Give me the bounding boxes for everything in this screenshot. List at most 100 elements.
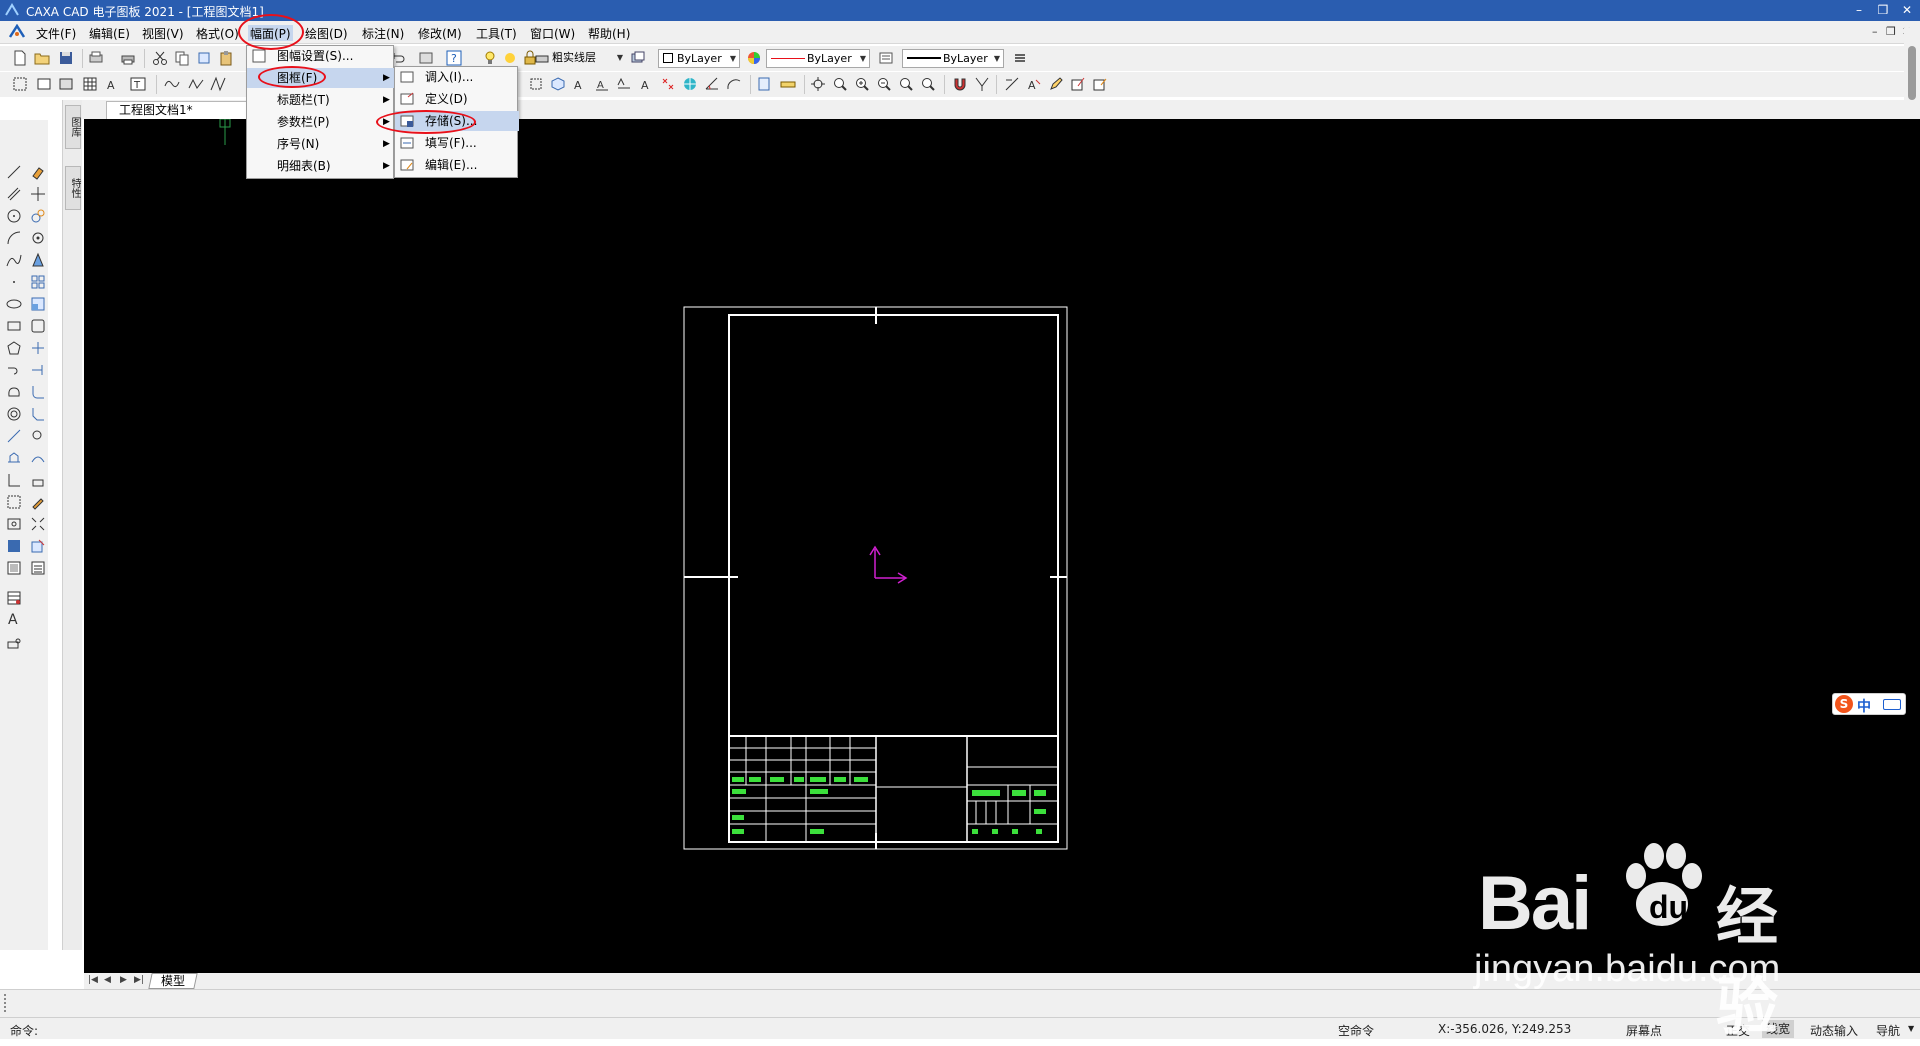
zoom-previous-icon[interactable] — [898, 76, 914, 92]
chamfer-tool-icon[interactable] — [30, 406, 46, 422]
text-vertical-icon[interactable]: A — [638, 76, 654, 92]
scale-tool-icon[interactable] — [30, 296, 46, 312]
layer-on-icon[interactable] — [482, 50, 498, 66]
arc-icon[interactable] — [726, 76, 742, 92]
menu-sheet[interactable]: 幅面(P) — [248, 25, 293, 41]
menu-file[interactable]: 文件(F) — [34, 25, 78, 41]
menu-item-balloon[interactable]: 序号(N) ▶ — [247, 134, 395, 154]
menu-edit[interactable]: 编辑(E) — [87, 25, 132, 41]
pencil-tool-icon[interactable] — [30, 494, 46, 510]
polygon-tool-icon[interactable] — [6, 340, 22, 356]
menu-item-frame-save[interactable]: 存储(S)... — [395, 111, 519, 131]
image-tool-icon[interactable] — [6, 560, 22, 576]
angle-dimension-icon[interactable] — [704, 76, 720, 92]
table-tool-icon[interactable] — [6, 590, 22, 606]
match-properties-icon[interactable] — [1070, 76, 1086, 92]
ime-indicator[interactable]: S 中 — [1832, 693, 1906, 715]
linetype-select[interactable]: ByLayer ▼ — [766, 49, 870, 68]
redraw-icon[interactable] — [36, 76, 52, 92]
join-tool-icon[interactable] — [30, 472, 46, 488]
copy-icon[interactable] — [174, 50, 190, 66]
minimize-button[interactable]: – — [1848, 2, 1870, 18]
point-tool-icon[interactable] — [6, 274, 22, 290]
globe-icon[interactable] — [682, 76, 698, 92]
redo-icon[interactable] — [418, 50, 434, 66]
boundary-icon[interactable] — [6, 494, 22, 510]
text-a2-icon[interactable]: A — [594, 76, 610, 92]
app-menu-icon[interactable] — [8, 24, 26, 40]
axis-tool-icon[interactable] — [6, 472, 22, 488]
trim-tool-icon[interactable] — [30, 340, 46, 356]
fillet-tool-icon[interactable] — [30, 384, 46, 400]
spline-tool-icon[interactable] — [6, 252, 22, 268]
layer-name-display[interactable]: 粗实线层 ▼ — [552, 49, 626, 68]
text-a-icon[interactable]: A — [572, 76, 588, 92]
menu-item-parameter-block[interactable]: 参数栏(P) ▶ — [247, 112, 395, 132]
layer-print-icon[interactable] — [534, 50, 550, 66]
color-select[interactable]: ByLayer ▼ — [658, 49, 740, 68]
menu-item-frame-load[interactable]: 调入(I)... — [395, 67, 519, 87]
scrollbar-thumb[interactable] — [1908, 46, 1916, 100]
hatch-tool-icon[interactable] — [6, 450, 22, 466]
explode-tool-icon[interactable] — [30, 516, 46, 532]
layout-icon[interactable] — [58, 76, 74, 92]
break-tool-icon[interactable] — [30, 428, 46, 444]
modify-icon[interactable] — [1092, 76, 1108, 92]
menu-tools[interactable]: 工具(T) — [474, 25, 519, 41]
text-edit-icon[interactable]: A — [1026, 76, 1042, 92]
help-icon[interactable]: ? — [446, 50, 462, 66]
arc-tool-icon[interactable] — [6, 230, 22, 246]
symbol-tool-icon[interactable] — [6, 636, 22, 652]
color-wheel-icon[interactable] — [746, 50, 762, 66]
text-tool-icon[interactable]: A — [6, 610, 22, 626]
freehand-tool-icon[interactable] — [6, 384, 22, 400]
text-style-icon[interactable]: A — [106, 76, 122, 92]
point-grid-icon[interactable] — [660, 76, 676, 92]
print-icon[interactable] — [120, 50, 136, 66]
line-tool-icon[interactable] — [6, 164, 22, 180]
library-tab[interactable]: 图库 — [65, 105, 81, 149]
spline-icon[interactable] — [164, 76, 180, 92]
menu-draw[interactable]: 绘图(D) — [303, 25, 350, 41]
save-icon[interactable] — [58, 50, 74, 66]
rectangle-tool-icon[interactable] — [6, 318, 22, 334]
menu-window[interactable]: 窗口(W) — [528, 25, 577, 41]
navigation-toggle[interactable]: 导航 — [1876, 1022, 1900, 1039]
next-sheet-button[interactable]: ▶ — [120, 975, 127, 985]
maximize-button[interactable]: ❒ — [1872, 2, 1894, 18]
last-sheet-button[interactable]: ▶| — [134, 975, 144, 985]
wave-line-icon[interactable] — [210, 76, 226, 92]
stretch-tool-icon[interactable] — [30, 318, 46, 334]
menu-item-frame-edit[interactable]: 编辑(E)... — [395, 155, 519, 175]
menu-item-frame[interactable]: 图框(F) ▶ — [247, 68, 395, 88]
dimension-text-icon[interactable] — [616, 76, 632, 92]
open-file-icon[interactable] — [34, 50, 50, 66]
menu-dimension[interactable]: 标注(N) — [360, 25, 406, 41]
menu-view[interactable]: 视图(V) — [140, 25, 186, 41]
menu-item-frame-define[interactable]: 定义(D) — [395, 89, 519, 109]
zoom-icon[interactable] — [832, 76, 848, 92]
paste-icon[interactable] — [218, 50, 234, 66]
extend-tool-icon[interactable] — [30, 362, 46, 378]
zoom-out-icon[interactable] — [876, 76, 892, 92]
menu-format[interactable]: 格式(O) — [194, 25, 241, 41]
offset-tool-icon[interactable] — [30, 450, 46, 466]
layer-manager-icon[interactable] — [630, 50, 646, 66]
layer-freeze-icon[interactable] — [502, 50, 518, 66]
lineweight-select[interactable]: ByLayer ▼ — [902, 49, 1004, 68]
copy-tool-icon[interactable] — [30, 208, 46, 224]
zoom-in-icon[interactable] — [854, 76, 870, 92]
circle-tool-icon[interactable] — [6, 208, 22, 224]
model-tab[interactable]: 模型 — [148, 973, 198, 989]
ellipse-tool-icon[interactable] — [6, 296, 22, 312]
mirror-tool-icon[interactable] — [30, 252, 46, 268]
new-file-icon[interactable] — [12, 50, 28, 66]
measure-icon[interactable] — [1004, 76, 1020, 92]
polyline-icon[interactable] — [188, 76, 204, 92]
ruler-icon[interactable] — [780, 76, 796, 92]
lineweight-menu-icon[interactable] — [1012, 50, 1028, 66]
fill-tool-icon[interactable] — [6, 538, 22, 554]
dynamic-input-toggle[interactable]: 动态输入 — [1810, 1022, 1858, 1039]
edit-icon[interactable] — [1048, 76, 1064, 92]
snap-settings-icon[interactable] — [974, 76, 990, 92]
